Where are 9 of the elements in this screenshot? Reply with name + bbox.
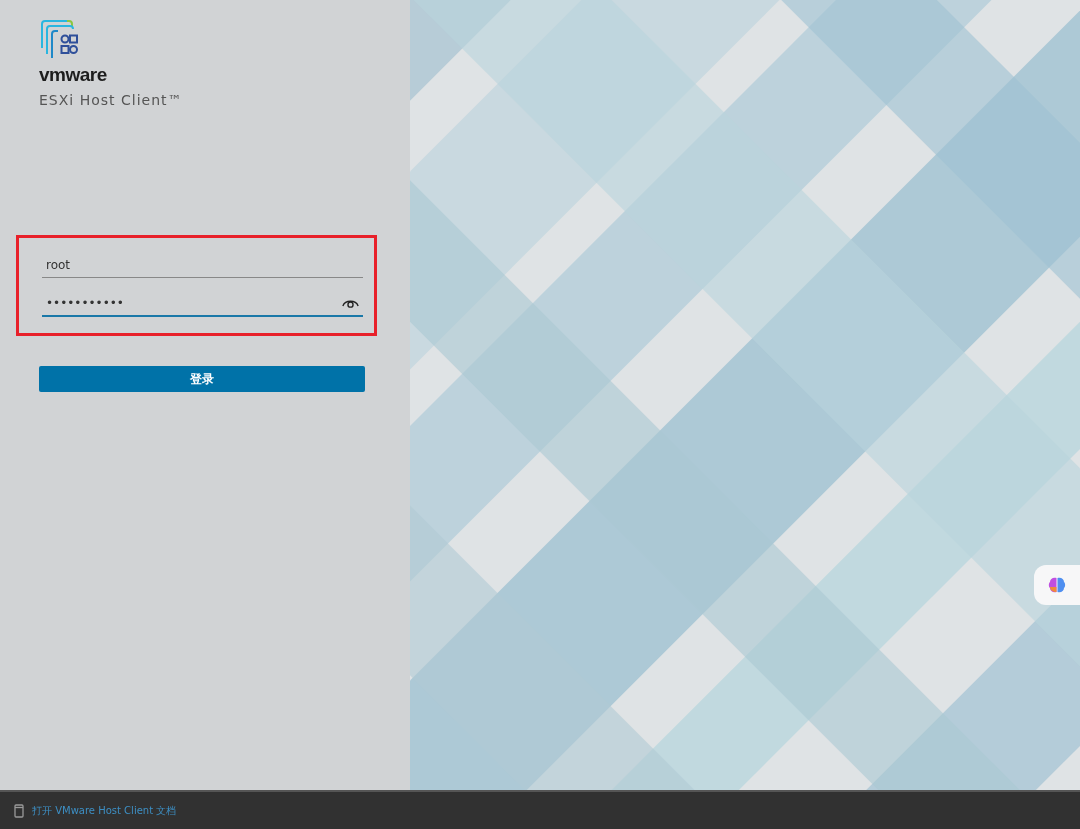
documentation-link[interactable]: 打开 VMware Host Client 文档	[32, 803, 177, 818]
document-icon	[14, 803, 24, 818]
password-field[interactable]: •••••••••••	[42, 290, 363, 317]
brand-logo-text: vmware	[39, 64, 107, 86]
assistant-button[interactable]	[1034, 565, 1080, 605]
login-button[interactable]: 登录	[39, 366, 365, 392]
brain-icon	[1047, 575, 1067, 595]
username-field[interactable]: root	[42, 252, 363, 278]
product-name: ESXi Host Client™	[39, 92, 183, 108]
